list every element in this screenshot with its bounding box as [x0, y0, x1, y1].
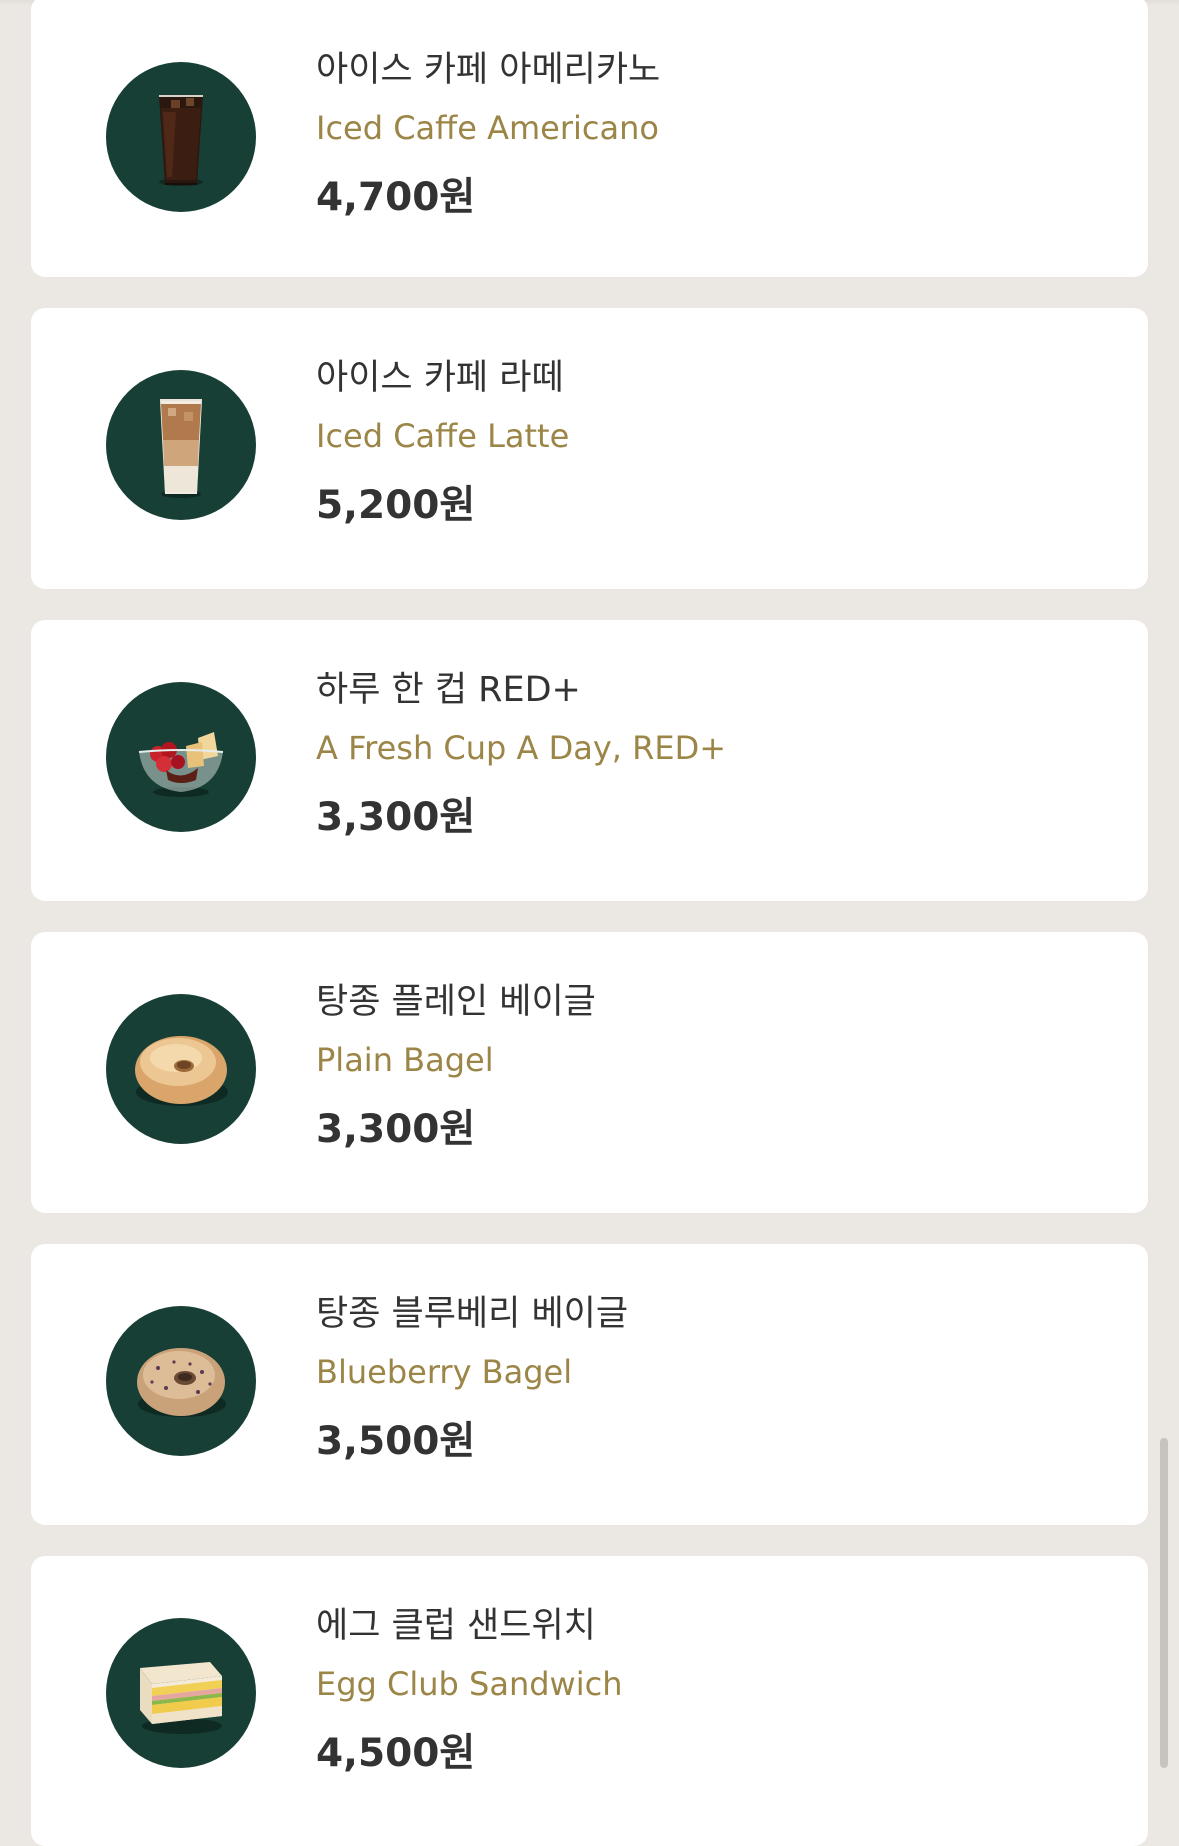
menu-item-card[interactable]: 탕종 플레인 베이글 Plain Bagel 3,300원: [31, 932, 1148, 1213]
item-name-english: Iced Caffe Latte: [316, 417, 570, 455]
menu-item-card[interactable]: 아이스 카페 아메리카노 Iced Caffe Americano 4,700원: [31, 0, 1148, 277]
scrollbar[interactable]: [1160, 1438, 1168, 1768]
item-price: 4,500원: [316, 1731, 476, 1776]
sandwich-icon: [106, 1618, 256, 1768]
item-name-english: Egg Club Sandwich: [316, 1665, 623, 1703]
item-name-korean: 탕종 플레인 베이글: [316, 982, 596, 1022]
item-name-korean: 에그 클럽 샌드위치: [316, 1606, 596, 1646]
item-price: 4,700원: [316, 175, 476, 220]
item-name-english: Iced Caffe Americano: [316, 109, 659, 147]
item-name-korean: 아이스 카페 아메리카노: [316, 50, 661, 90]
item-name-english: Plain Bagel: [316, 1041, 494, 1079]
item-price: 3,300원: [316, 795, 476, 840]
item-price: 5,200원: [316, 483, 476, 528]
blueberry-bagel-icon: [106, 1306, 256, 1456]
menu-item-card[interactable]: 탕종 블루베리 베이글 Blueberry Bagel 3,500원: [31, 1244, 1148, 1525]
menu-item-card[interactable]: 하루 한 컵 RED+ A Fresh Cup A Day, RED+ 3,30…: [31, 620, 1148, 901]
menu-item-card[interactable]: 아이스 카페 라떼 Iced Caffe Latte 5,200원: [31, 308, 1148, 589]
iced-latte-icon: [106, 370, 256, 520]
item-name-english: Blueberry Bagel: [316, 1353, 573, 1391]
iced-americano-icon: [106, 62, 256, 212]
fruit-cup-icon: [106, 682, 256, 832]
item-name-korean: 하루 한 컵 RED+: [316, 670, 581, 710]
item-name-korean: 아이스 카페 라떼: [316, 358, 564, 398]
plain-bagel-icon: [106, 994, 256, 1144]
menu-item-card[interactable]: 에그 클럽 샌드위치 Egg Club Sandwich 4,500원: [31, 1556, 1148, 1846]
item-price: 3,500원: [316, 1419, 476, 1464]
item-name-english: A Fresh Cup A Day, RED+: [316, 729, 727, 767]
item-price: 3,300원: [316, 1107, 476, 1152]
item-name-korean: 탕종 블루베리 베이글: [316, 1294, 629, 1334]
